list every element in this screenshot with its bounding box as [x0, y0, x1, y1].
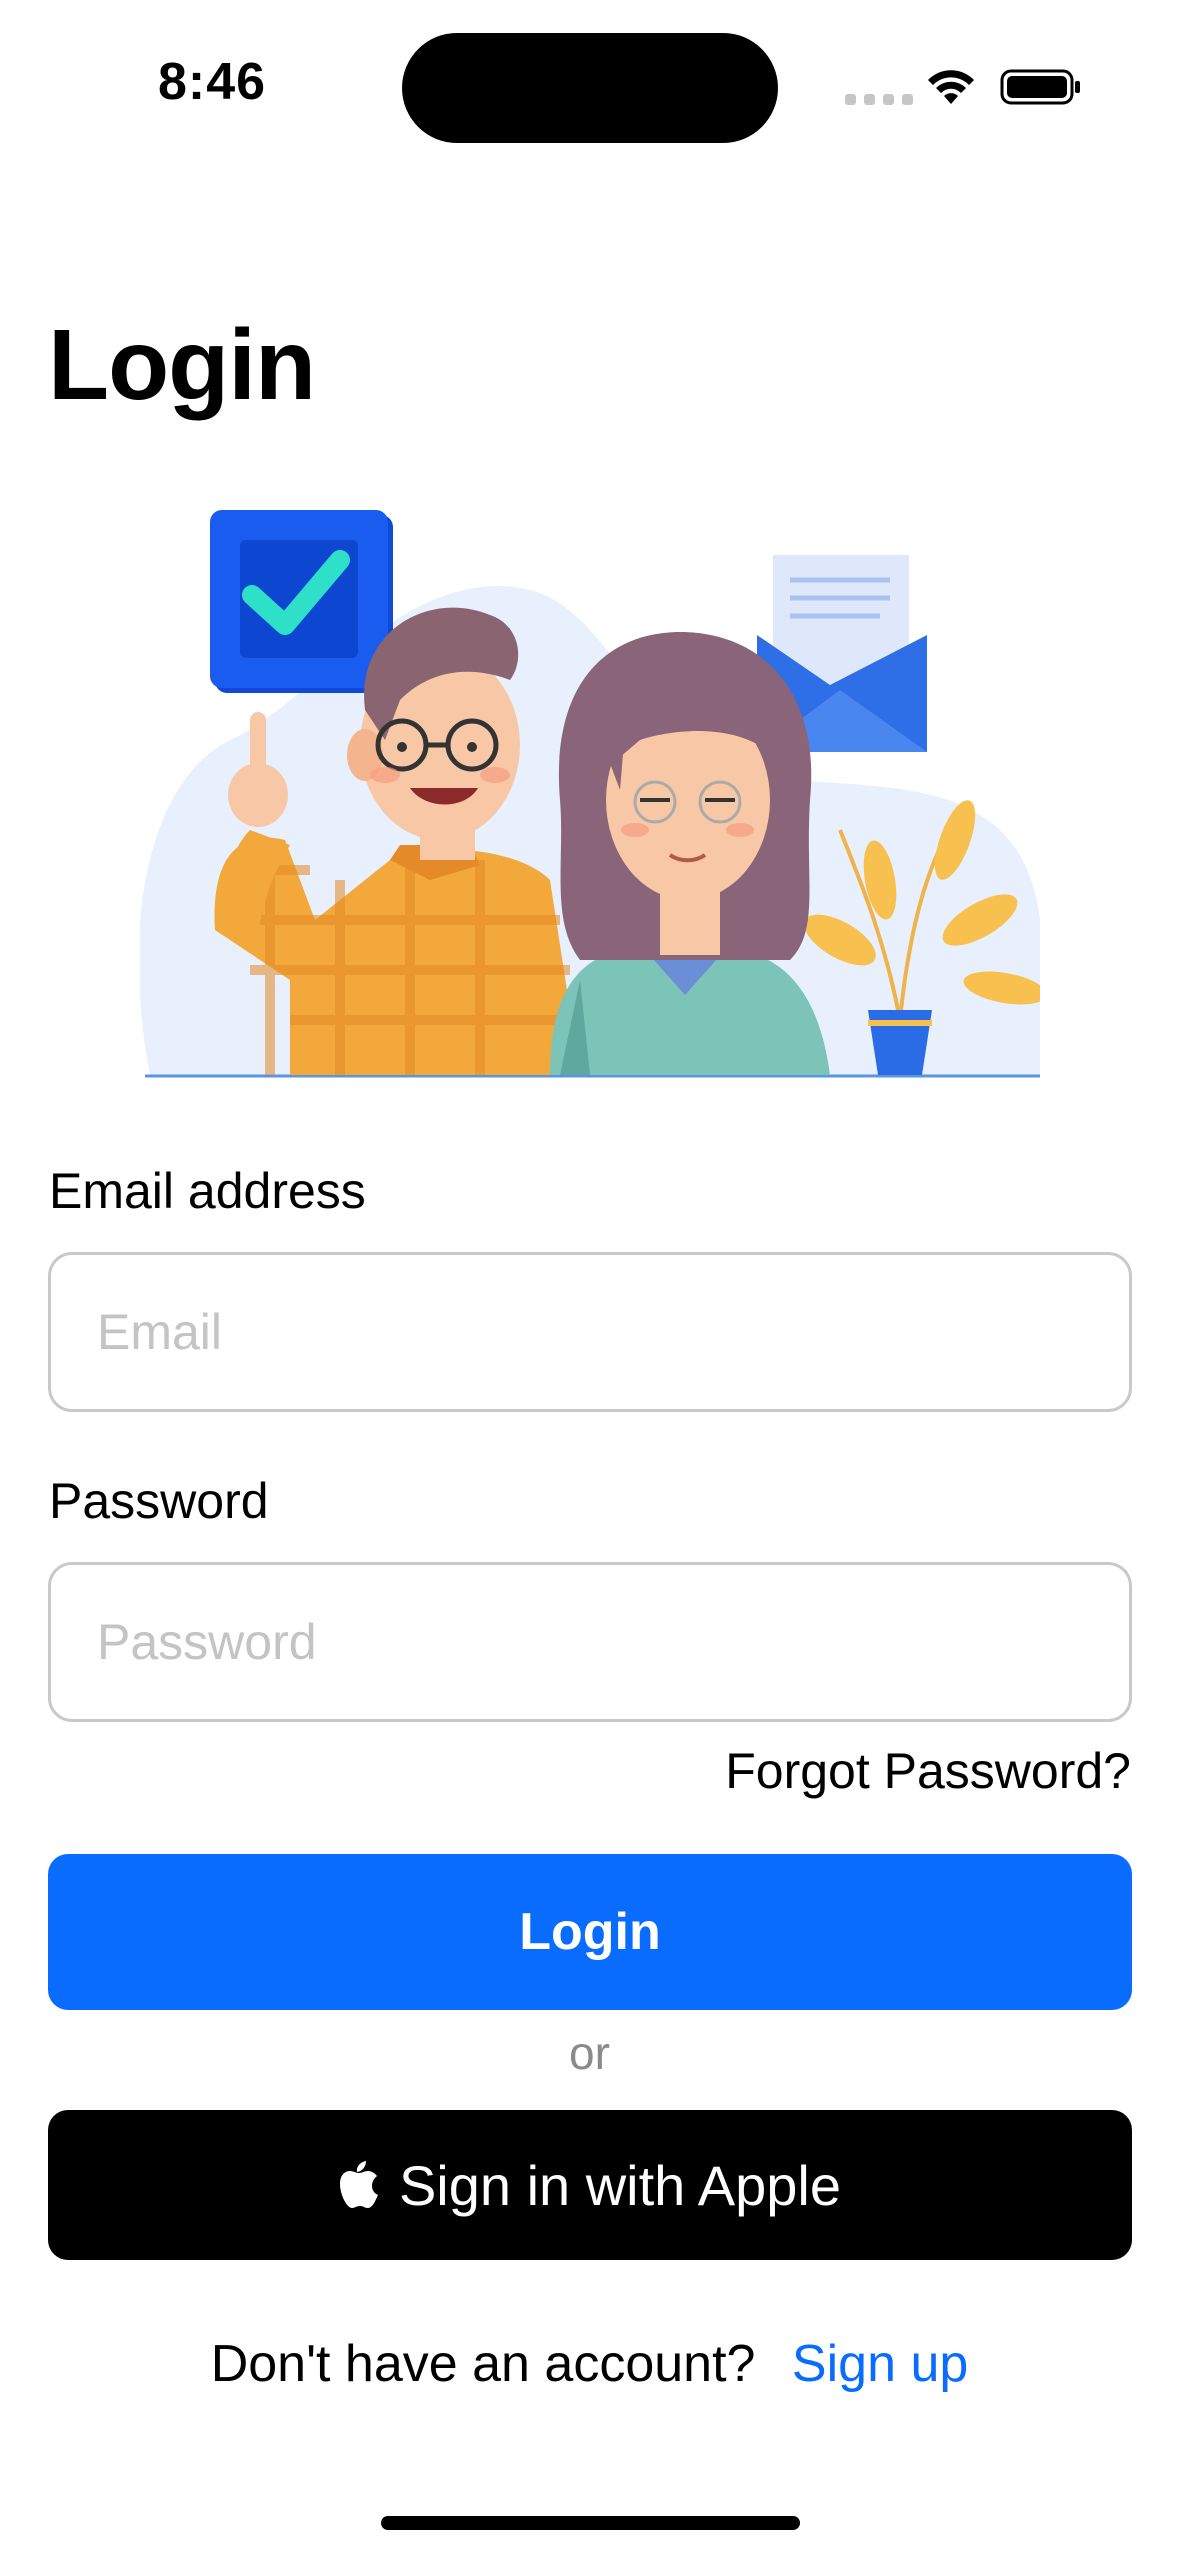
login-button[interactable]: Login [48, 1854, 1132, 2010]
status-time: 8:46 [158, 53, 267, 111]
or-divider-text: or [569, 2027, 610, 2079]
wifi-icon [928, 70, 974, 104]
apple-button-label: Sign in with Apple [398, 2153, 842, 2217]
sign-in-with-apple-button[interactable]: Sign in with Apple [48, 2110, 1132, 2260]
status-bar: 8:46 [0, 0, 1179, 160]
login-illustration [140, 510, 1040, 1078]
apple-logo-icon [339, 2161, 378, 2208]
signup-row: Don't have an account? Sign up [0, 2334, 1179, 2394]
signup-link[interactable]: Sign up [792, 2335, 968, 2393]
battery-icon [1000, 69, 1080, 105]
password-label: Password [49, 1473, 269, 1529]
email-label: Email address [49, 1163, 366, 1219]
signup-prompt: Don't have an account? [210, 2335, 756, 2393]
cellular-signal-icon [845, 94, 913, 105]
home-indicator[interactable] [381, 2516, 800, 2530]
forgot-password-link[interactable]: Forgot Password? [725, 1742, 1131, 1800]
password-input[interactable] [48, 1562, 1132, 1722]
page-title: Login [48, 309, 316, 421]
email-input[interactable] [48, 1252, 1132, 1412]
dynamic-island [402, 33, 778, 143]
